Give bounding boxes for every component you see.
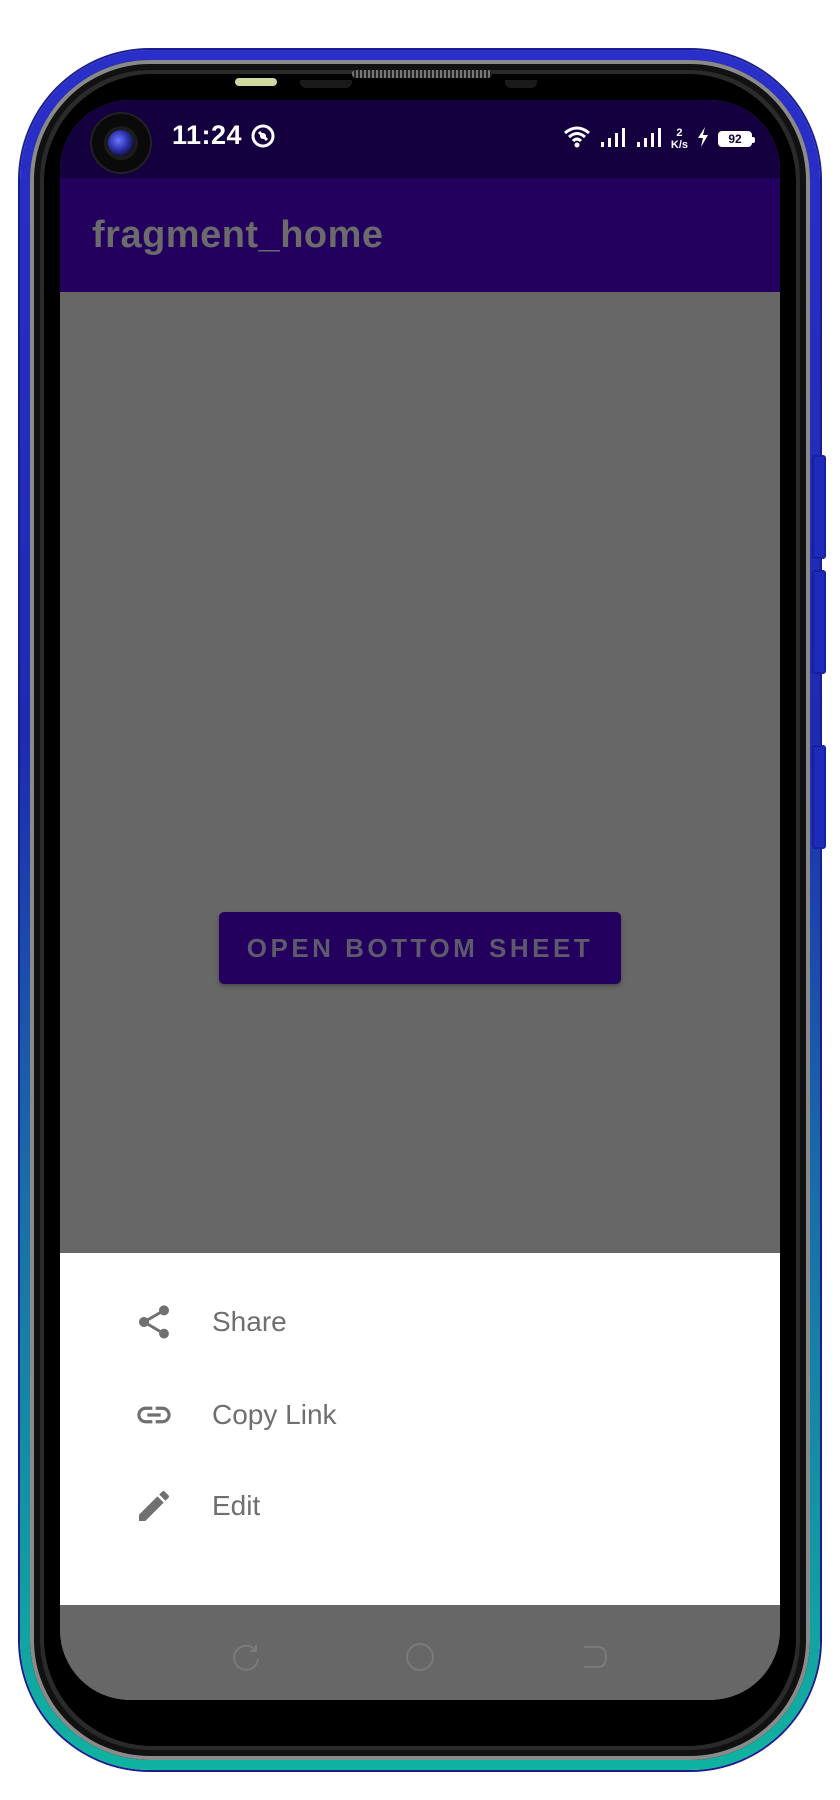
- sensor-notch: [300, 80, 352, 88]
- app-bar: fragment_home: [60, 178, 780, 292]
- proximity-sensor: [235, 78, 277, 86]
- app-title: fragment_home: [92, 214, 384, 256]
- sheet-item-copy-link[interactable]: Copy Link: [60, 1375, 780, 1455]
- recent-apps-icon[interactable]: [230, 1641, 262, 1673]
- status-time: 11:24: [172, 120, 243, 150]
- navigation-bar: [60, 1605, 780, 1700]
- earpiece-speaker: [352, 70, 492, 78]
- open-bottom-sheet-button[interactable]: OPEN BOTTOM SHEET: [219, 912, 621, 984]
- link-icon: [134, 1395, 174, 1435]
- share-icon: [134, 1302, 174, 1342]
- status-icons: 2 K/s 92: [563, 122, 755, 156]
- network-speed-unit: K/s: [670, 139, 688, 151]
- signal-2-icon: [635, 125, 663, 154]
- scrim-overlay[interactable]: [60, 292, 780, 1318]
- camera-lens: [108, 130, 134, 156]
- volume-up-key: [812, 455, 826, 559]
- phone-frame: 11:24 2 K/s 92 fragment_home OPEN BOTTOM…: [0, 0, 840, 1800]
- sheet-item-edit[interactable]: Edit: [60, 1466, 780, 1546]
- power-key: [812, 745, 826, 849]
- status-bar: 11:24 2 K/s 92: [60, 100, 780, 178]
- wifi-icon: [563, 125, 591, 154]
- sheet-item-label: Copy Link: [212, 1399, 337, 1430]
- sheet-item-share[interactable]: Share: [60, 1282, 780, 1362]
- do-not-disturb-icon: [250, 123, 275, 148]
- network-speed: 2 K/s: [671, 127, 688, 151]
- back-icon[interactable]: [578, 1641, 610, 1673]
- battery-icon: 92: [718, 131, 755, 147]
- sensor-notch: [505, 80, 537, 88]
- charging-icon: [696, 126, 710, 153]
- pencil-icon: [134, 1486, 174, 1526]
- battery-level: 92: [728, 132, 742, 146]
- screen: 11:24 2 K/s 92 fragment_home OPEN BOTTOM…: [60, 100, 780, 1700]
- home-icon[interactable]: [404, 1641, 436, 1673]
- sheet-item-label: Share: [212, 1306, 287, 1337]
- network-speed-value: 2: [676, 127, 683, 139]
- front-camera: [92, 114, 150, 172]
- sheet-item-label: Edit: [212, 1490, 261, 1521]
- signal-1-icon: [599, 125, 627, 154]
- volume-down-key: [812, 570, 826, 674]
